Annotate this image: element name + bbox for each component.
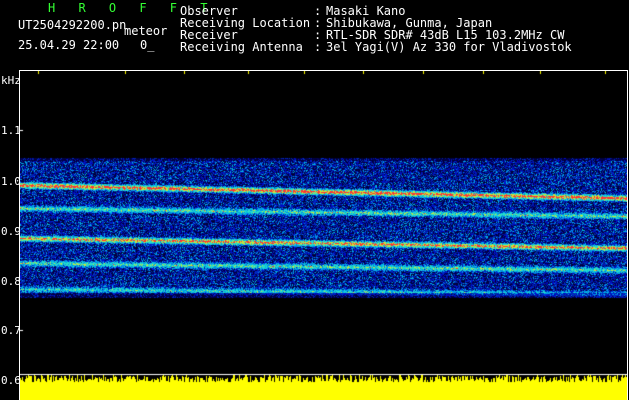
plot-right-border <box>627 70 628 400</box>
y-tick-label: 1.0 <box>1 175 21 188</box>
y-tick-label: 0.7 <box>1 324 21 337</box>
datetime: 25.04.29 22:00 <box>18 38 120 52</box>
extra-value: 0_ <box>140 38 155 52</box>
plot-left-border <box>19 70 20 400</box>
y-tick-label: 0.9 <box>1 225 21 238</box>
antenna-value: 3el Yagi(V) Az 330 for Vladivostok <box>326 40 572 54</box>
y-tick-label: 1.1 <box>1 124 21 137</box>
antenna-label: Receiving Antenna <box>180 40 303 54</box>
file-type: meteor <box>124 24 168 38</box>
y-tick-label: 0.6 <box>1 374 21 387</box>
y-tick-label: 0.8 <box>1 275 21 288</box>
antenna-sep: : <box>314 40 322 54</box>
y-axis-unit: kHz <box>1 74 21 87</box>
plot-top-border <box>19 70 628 71</box>
spectrogram-plot <box>20 70 627 400</box>
spectrogram-canvas <box>20 70 627 400</box>
file-name: UT2504292200.pn <box>18 18 127 32</box>
